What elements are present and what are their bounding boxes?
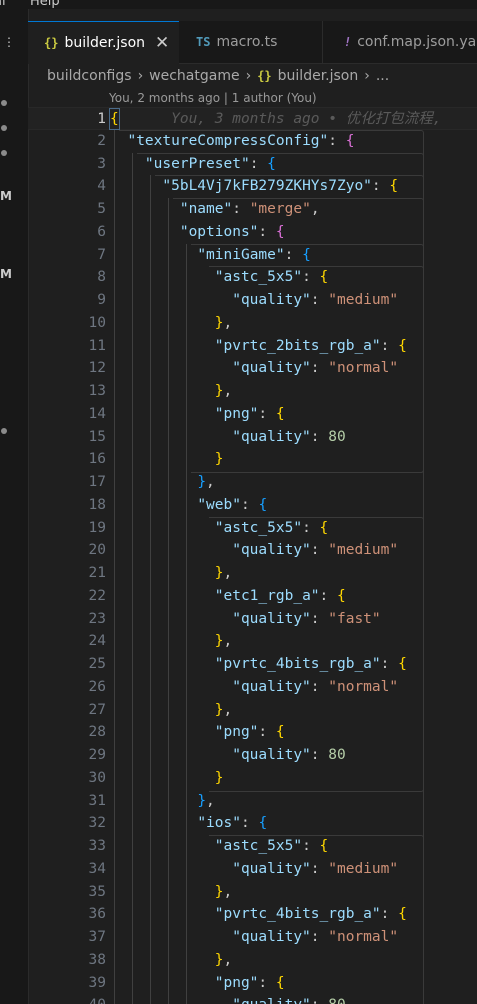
breadcrumb: buildconfigs › wechatgame › {} builder.j…	[47, 64, 389, 88]
line-number: 21	[88, 565, 106, 581]
tab-bar: {} builder.json ✕ TS macro.ts ! conf.map…	[28, 21, 477, 64]
line-number: 7	[97, 246, 106, 263]
status-dot-icon	[1, 428, 7, 434]
line-number: 9	[97, 292, 106, 308]
line-number: 11	[88, 337, 106, 354]
modified-marker: M	[0, 189, 12, 203]
line-number: 10	[88, 314, 106, 331]
breadcrumb-folder-wechatgame[interactable]: wechatgame	[149, 68, 239, 84]
typescript-file-icon: TS	[196, 35, 211, 49]
line-number: 36	[88, 906, 106, 923]
more-icon[interactable]: ⋮	[3, 35, 15, 49]
line-number: 5	[97, 201, 106, 217]
line-number: 13	[88, 383, 106, 399]
menu-item-help[interactable]: Help	[30, 0, 60, 9]
json-file-icon: {}	[257, 69, 272, 83]
line-number: 1	[97, 111, 106, 127]
line-number: 25	[88, 656, 106, 672]
menu-item-terminal[interactable]: al	[0, 0, 6, 9]
line-number: 28	[88, 724, 106, 741]
code-text: { You, 3 months ago • 优化打包流程,	[110, 108, 441, 131]
breadcrumb-file-builder-json[interactable]: builder.json	[278, 68, 359, 84]
line-number: 40	[56, 994, 106, 1004]
chevron-right-icon: ›	[364, 68, 370, 84]
breadcrumb-folder-buildconfigs[interactable]: buildconfigs	[47, 68, 132, 84]
tab-macro-ts[interactable]: TS macro.ts	[180, 21, 323, 63]
line-number: 32	[88, 815, 106, 832]
block-outline	[209, 266, 424, 473]
json-file-icon: {}	[44, 36, 59, 50]
status-dot-icon	[1, 100, 7, 106]
breadcrumb-symbols[interactable]: ...	[376, 68, 389, 84]
block-outline	[209, 835, 424, 1004]
line-number: 34	[88, 860, 106, 877]
code-line[interactable]: 1{ You, 3 months ago • 优化打包流程,	[28, 107, 477, 130]
line-number: 14	[88, 405, 106, 422]
bracket-match-highlight	[109, 108, 120, 130]
line-number: 3	[97, 155, 106, 172]
line-number: 24	[88, 633, 106, 650]
line-number: 4	[97, 178, 106, 195]
modified-marker: M	[0, 267, 12, 281]
line-number: 2	[97, 132, 106, 149]
line-number: 27	[88, 701, 106, 718]
line-number: 39	[88, 974, 106, 991]
code-editor[interactable]: You, 2 months ago | 1 author (You) 1{ Yo…	[28, 88, 477, 1004]
chevron-right-icon: ›	[245, 68, 252, 84]
tab-label: macro.ts	[216, 34, 278, 50]
line-number: 29	[88, 747, 106, 763]
block-outline	[209, 516, 424, 792]
tab-builder-json[interactable]: {} builder.json ✕	[28, 21, 179, 64]
line-number: 23	[88, 610, 106, 627]
line-number: 33	[88, 838, 106, 854]
line-number: 26	[88, 678, 106, 695]
chevron-right-icon: ›	[137, 68, 144, 84]
line-number: 16	[88, 451, 106, 468]
line-number: 8	[97, 269, 106, 286]
line-number: 12	[88, 360, 106, 377]
tab-label: builder.json	[64, 35, 146, 51]
line-number: 6	[97, 223, 106, 240]
line-number: 18	[88, 496, 106, 513]
menubar: al Help	[0, 0, 477, 9]
line-number: 19	[88, 519, 106, 536]
activity-bar: ⋮ M M	[0, 9, 29, 1004]
yaml-file-icon: !	[344, 35, 352, 49]
status-dot-icon	[1, 125, 7, 131]
line-number: 38	[88, 951, 106, 968]
codelens-blame[interactable]: You, 2 months ago | 1 author (You)	[109, 91, 317, 105]
tab-conf-map-yaml[interactable]: ! conf.map.json.ya	[324, 21, 477, 63]
close-icon[interactable]: ✕	[155, 33, 169, 53]
status-dot-icon	[1, 150, 7, 156]
line-number: 37	[88, 929, 106, 945]
tab-label: conf.map.json.ya	[357, 34, 477, 50]
line-number: 30	[88, 769, 106, 786]
line-number: 22	[88, 587, 106, 604]
line-number: 15	[88, 428, 106, 445]
line-number: 20	[88, 542, 106, 559]
inline-blame: You, 3 months ago • 优化打包流程,	[118, 111, 442, 127]
line-number: 17	[88, 474, 106, 490]
line-number: 35	[88, 883, 106, 900]
line-number: 31	[88, 792, 106, 809]
